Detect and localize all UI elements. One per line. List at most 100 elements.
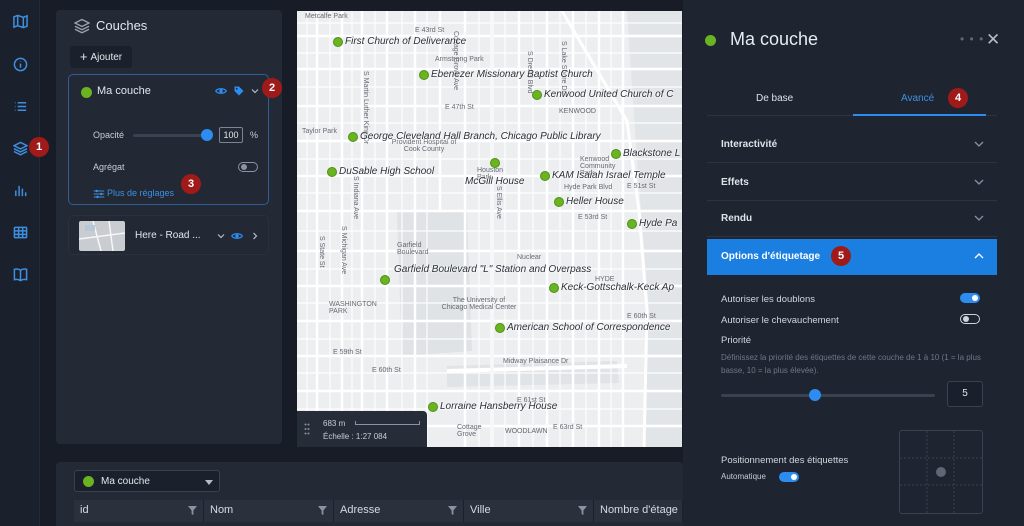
- map-label: Armstrong Park: [435, 56, 484, 63]
- close-icon[interactable]: ✕: [986, 30, 1000, 50]
- priority-slider-track[interactable]: [721, 394, 935, 397]
- section-label: Rendu: [721, 213, 753, 224]
- map-label: E 60th St: [627, 313, 656, 320]
- book-icon[interactable]: [10, 264, 30, 284]
- priority-input[interactable]: 5: [947, 381, 983, 407]
- chevron-down-icon: [974, 141, 984, 147]
- table-layer-name: Ma couche: [101, 476, 150, 487]
- positioning-toggle[interactable]: [779, 472, 799, 482]
- opacity-slider-track[interactable]: [133, 134, 209, 137]
- step-badge-2: 2: [262, 78, 282, 98]
- section-interactivity[interactable]: Interactivité: [707, 127, 997, 163]
- add-layer-button[interactable]: + Ajouter: [70, 46, 132, 68]
- layers-panel: Couches + Ajouter Ma couche Opacité 100 …: [56, 10, 282, 444]
- map-label: WOODLAWN: [505, 428, 548, 435]
- more-options-icon[interactable]: • • •: [960, 32, 984, 46]
- attribute-table: Ma couche id Nom Adresse Ville Nombre d'…: [56, 462, 683, 526]
- tag-icon[interactable]: [233, 85, 245, 97]
- map-label: E 53rd St: [578, 214, 608, 221]
- panel-title: Ma couche: [730, 29, 819, 49]
- layer-card[interactable]: Ma couche Opacité 100 % Agrégat Plus de …: [68, 74, 269, 205]
- eye-icon[interactable]: [215, 85, 227, 97]
- chevron-right-icon[interactable]: [249, 230, 261, 242]
- sliders-icon: [93, 189, 105, 199]
- table-layer-select[interactable]: Ma couche: [74, 470, 220, 492]
- map-label: Nuclear: [517, 254, 542, 261]
- chart-icon[interactable]: [10, 180, 30, 200]
- allow-duplicates-toggle[interactable]: [960, 293, 980, 303]
- table-icon[interactable]: [10, 222, 30, 242]
- column-label: Adresse: [340, 504, 381, 516]
- chevron-down-icon: [974, 215, 984, 221]
- chevron-up-icon: [974, 253, 984, 259]
- map-label: S Indiana Ave: [352, 176, 359, 220]
- position-grid-lines: [900, 431, 982, 513]
- chevron-down-icon: [974, 179, 984, 185]
- opacity-unit: %: [250, 130, 259, 140]
- filter-icon[interactable]: [448, 506, 457, 515]
- filter-icon[interactable]: [188, 506, 197, 515]
- map-label: Garfield Boulevard: [397, 242, 429, 256]
- section-label: Options d'étiquetage: [721, 251, 821, 262]
- scale-bar: [355, 421, 420, 425]
- map-label: WASHINGTON PARK: [329, 301, 377, 315]
- basemap-thumbnail: [79, 221, 125, 251]
- scale-widget: 683 m Échelle : 1:27 084: [297, 411, 427, 447]
- map-icon[interactable]: [10, 11, 30, 31]
- section-label: Effets: [721, 177, 749, 188]
- basemap-name: Here - Road ...: [135, 230, 201, 241]
- step-badge-1: 1: [29, 137, 49, 157]
- layer-properties-panel: Ma couche • • • ✕ De base Avancé Interac…: [683, 0, 1024, 526]
- label-position-grid[interactable]: [899, 430, 983, 514]
- column-header-city[interactable]: Ville: [464, 500, 594, 522]
- allow-overlap-toggle[interactable]: [960, 314, 980, 324]
- column-label: Nombre d'étage: [600, 504, 678, 516]
- section-labeling-options[interactable]: Options d'étiquetage: [707, 239, 997, 275]
- opacity-slider-knob[interactable]: [201, 129, 213, 141]
- map-label: The University of Chicago Medical Center: [441, 297, 517, 311]
- column-label: id: [80, 504, 89, 516]
- filter-icon[interactable]: [318, 506, 327, 515]
- map-label: E 47th St: [445, 104, 474, 111]
- positioning-label: Positionnement des étiquettes: [721, 455, 849, 466]
- tab-advanced[interactable]: Avancé: [901, 93, 934, 104]
- layer-color-dot: [83, 476, 94, 487]
- allow-duplicates-label: Autoriser les doublons: [721, 294, 815, 305]
- scale-ratio: Échelle : 1:27 084: [323, 432, 388, 441]
- section-rendering[interactable]: Rendu: [707, 201, 997, 237]
- map-label: E 60th St: [372, 367, 401, 374]
- chevron-down-icon[interactable]: [249, 85, 261, 97]
- list-icon[interactable]: [10, 96, 30, 116]
- layers-icon: [74, 18, 90, 34]
- more-settings-link[interactable]: Plus de réglages: [107, 188, 174, 198]
- info-icon[interactable]: [10, 54, 30, 74]
- map-label: Hyde Park Blvd: [564, 184, 613, 191]
- section-label: Interactivité: [721, 139, 778, 150]
- chevron-down-icon[interactable]: [215, 230, 227, 242]
- section-effects[interactable]: Effets: [707, 165, 997, 201]
- priority-help-text: Définissez la priorité des étiquettes de…: [721, 353, 981, 375]
- layers-icon[interactable]: [10, 138, 30, 158]
- plus-icon: +: [79, 49, 88, 64]
- drag-handle-icon[interactable]: [304, 423, 310, 435]
- layer-name: Ma couche: [97, 85, 151, 97]
- layer-color-dot: [81, 87, 92, 98]
- step-badge-4: 4: [948, 88, 968, 108]
- map-view[interactable]: Metcalfe Park E 43rd St Armstrong Park E…: [297, 11, 682, 447]
- tab-basic[interactable]: De base: [756, 93, 793, 104]
- map-label: S Lake Shore Dr: [560, 41, 567, 93]
- layer-color-dot: [705, 35, 716, 46]
- basemap-card[interactable]: Here - Road ...: [68, 215, 269, 255]
- filter-icon[interactable]: [578, 506, 587, 515]
- column-header-address[interactable]: Adresse: [334, 500, 464, 522]
- aggregate-toggle[interactable]: [238, 162, 258, 172]
- allow-overlap-label: Autoriser le chevauchement: [721, 315, 839, 326]
- eye-icon[interactable]: [231, 230, 243, 242]
- column-header-id[interactable]: id: [74, 500, 204, 522]
- column-header-floors[interactable]: Nombre d'étage: [594, 500, 683, 522]
- opacity-input[interactable]: 100: [219, 127, 243, 143]
- column-header-name[interactable]: Nom: [204, 500, 334, 522]
- left-rail: [0, 0, 40, 526]
- opacity-label: Opacité: [93, 130, 125, 140]
- priority-slider-knob[interactable]: [809, 389, 822, 401]
